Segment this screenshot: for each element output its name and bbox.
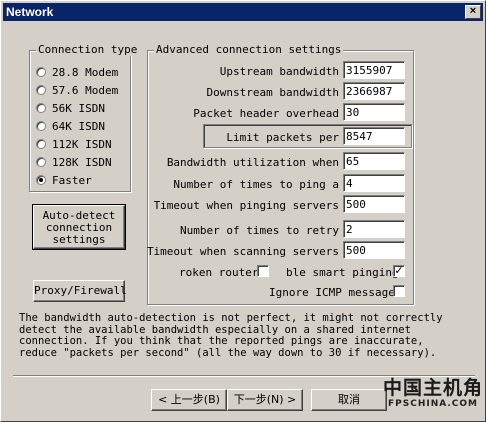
radio-label: 128K ISDN <box>52 155 112 169</box>
radio-128k-isdn[interactable]: 128K ISDN <box>36 154 112 170</box>
ping-times-field[interactable]: 4 <box>343 174 405 192</box>
auto-detect-button[interactable]: Auto-detect connection settings <box>32 204 126 250</box>
radio-label: 64K ISDN <box>52 119 105 133</box>
radio-label: 28.8 Modem <box>52 65 119 79</box>
radio-circle[interactable] <box>36 85 46 95</box>
auto-detect-label-line: settings <box>52 233 106 246</box>
smart-pinging-checkbox[interactable]: ✓ <box>393 265 405 277</box>
downstream-label: Downstream bandwidth <box>206 86 339 99</box>
bandwidth-utilization-field[interactable]: 65 <box>343 152 405 170</box>
radio-label: Faster <box>52 173 92 187</box>
radio-circle[interactable] <box>36 121 46 131</box>
smart-pinging-label: ble smart pinging <box>286 266 399 279</box>
ping-timeout-label: Timeout when pinging servers <box>153 199 339 212</box>
broken-router-label: roken router <box>179 266 259 279</box>
radio-circle[interactable] <box>36 157 46 167</box>
radio-circle[interactable] <box>36 139 46 149</box>
info-text: The bandwidth auto-detection is not perf… <box>19 312 443 359</box>
ignore-icmp-label: Ignore ICMP messages <box>269 286 402 299</box>
window-title: Network <box>6 5 54 19</box>
radio-label: 112K ISDN <box>52 137 112 151</box>
radio-57-6-modem[interactable]: 57.6 Modem <box>36 82 118 98</box>
packet-header-label: Packet header overhead <box>193 107 339 120</box>
connection-type-group: Connection type 28.8 Modem 57.6 Modem 56… <box>29 43 140 192</box>
watermark-logo: 中国主机角 FPSCHINA.COM <box>383 377 484 409</box>
scan-timeout-label: Timeout when scanning servers <box>146 245 339 258</box>
title-bar: Network × <box>3 3 483 21</box>
radio-circle[interactable] <box>36 67 46 77</box>
radio-112k-isdn[interactable]: 112K ISDN <box>36 136 112 152</box>
radio-circle-selected[interactable] <box>36 175 46 185</box>
back-button[interactable]: < 上一步(B) <box>151 389 227 411</box>
radio-28-8-modem[interactable]: 28.8 Modem <box>36 64 118 80</box>
radio-label: 57.6 Modem <box>52 83 119 97</box>
scan-timeout-field[interactable]: 500 <box>343 241 405 259</box>
next-label: 下一步(N) > <box>233 393 297 406</box>
retry-label: Number of times to retry <box>180 224 339 237</box>
network-dialog: Network × Connection type 28.8 Modem 57.… <box>0 0 486 422</box>
cancel-label: 取消 <box>338 393 360 406</box>
ping-times-label: Number of times to ping a <box>173 178 339 191</box>
limit-packets-field[interactable]: 8547 <box>343 127 405 145</box>
close-button[interactable]: × <box>465 5 481 19</box>
upstream-field[interactable]: 3155907 <box>343 61 405 79</box>
cancel-button[interactable]: 取消 <box>311 389 387 411</box>
radio-circle[interactable] <box>36 103 46 113</box>
ping-timeout-field[interactable]: 500 <box>343 195 405 213</box>
radio-64k-isdn[interactable]: 64K ISDN <box>36 118 105 134</box>
packet-header-field[interactable]: 30 <box>343 103 405 121</box>
bandwidth-utilization-label: Bandwidth utilization when <box>166 156 339 169</box>
broken-router-checkbox[interactable] <box>257 265 269 277</box>
retry-field[interactable]: 2 <box>343 220 405 238</box>
radio-label: 56K ISDN <box>52 101 105 115</box>
next-button[interactable]: 下一步(N) > <box>227 389 303 411</box>
proxy-firewall-label: Proxy/Firewall <box>34 284 127 297</box>
back-label: < 上一步(B) <box>158 393 220 406</box>
radio-faster[interactable]: Faster <box>36 172 92 188</box>
radio-56k-isdn[interactable]: 56K ISDN <box>36 100 105 116</box>
connection-type-title: Connection type <box>36 43 140 56</box>
upstream-label: Upstream bandwidth <box>219 65 339 78</box>
proxy-firewall-button[interactable]: Proxy/Firewall <box>33 280 127 302</box>
advanced-settings-title: Advanced connection settings <box>154 43 344 56</box>
downstream-field[interactable]: 2366987 <box>343 82 405 100</box>
ignore-icmp-checkbox[interactable] <box>393 285 405 297</box>
limit-packets-label: Limit packets per <box>226 131 339 144</box>
